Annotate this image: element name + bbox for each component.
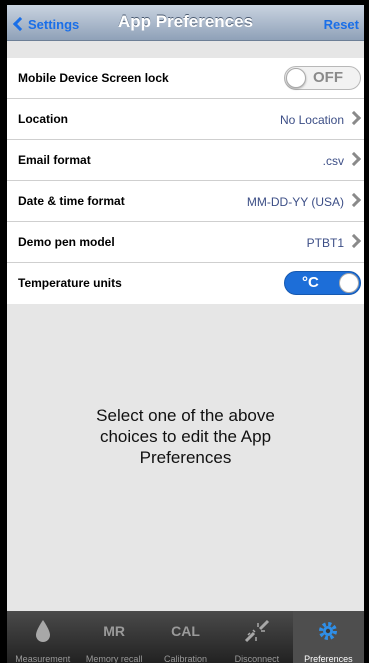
row-value: No Location [279,113,344,127]
toggle-knob [339,273,359,293]
disconnect-icon [221,619,292,643]
row-value: .csv [322,154,344,168]
toggle-knob [286,68,306,88]
tab-memory-recall[interactable]: MR Memory recall [78,611,149,663]
memory-recall-icon: MR [78,619,149,643]
row-email-format[interactable]: Email format .csv [7,140,364,181]
page-title: App Preferences [117,12,254,31]
row-label: Location [18,112,68,126]
row-value: PTBT1 [306,236,344,250]
toggle-state-label: OFF [313,69,343,86]
chevron-right-icon [346,151,362,167]
preferences-list: Mobile Device Screen lock OFF Location N… [7,58,364,304]
app-frame: Settings App Preferences Reset Mobile De… [0,0,369,663]
instruction-message: Select one of the above choices to edit … [96,406,275,467]
row-label: Email format [18,153,91,167]
row-date-time-format[interactable]: Date & time format MM-DD-YY (USA) [7,181,364,222]
row-label: Date & time format [18,194,125,208]
tab-calibration[interactable]: CAL Calibration [150,611,221,663]
calibration-icon: CAL [150,619,221,643]
row-temperature-units: Temperature units °C [7,263,364,304]
temperature-units-toggle[interactable]: °C [284,271,361,295]
tab-disconnect[interactable]: Disconnect [221,611,292,663]
navigation-bar: Settings App Preferences Reset [7,5,364,41]
chevron-right-icon [346,233,362,249]
toggle-state-label: °C [302,274,319,291]
tab-preferences[interactable]: Preferences [292,611,365,663]
row-value: MM-DD-YY (USA) [246,195,344,209]
tab-measurement[interactable]: Measurement [7,611,78,663]
tab-icon-text: CAL [171,623,200,639]
row-label: Temperature units [18,276,122,290]
tab-label: Disconnect [234,654,280,663]
tab-label: Calibration [164,654,208,663]
chevron-right-icon [346,110,362,126]
row-demo-pen-model[interactable]: Demo pen model PTBT1 [7,222,364,263]
tab-label: Memory recall [85,654,143,663]
screen-lock-toggle[interactable]: OFF [284,66,361,90]
tab-label: Preferences [304,654,353,663]
row-location[interactable]: Location No Location [7,99,364,140]
tab-label: Measurement [15,654,71,663]
row-label: Demo pen model [18,235,115,249]
row-screen-lock: Mobile Device Screen lock OFF [7,58,364,99]
tab-bar: Measurement MR Memory recall CAL Calibra… [7,611,365,663]
drop-icon [7,619,78,643]
reset-button[interactable]: Reset [324,17,359,32]
gear-icon [293,619,364,643]
chevron-right-icon [346,192,362,208]
tab-icon-text: MR [103,623,125,639]
row-label: Mobile Device Screen lock [18,71,169,85]
